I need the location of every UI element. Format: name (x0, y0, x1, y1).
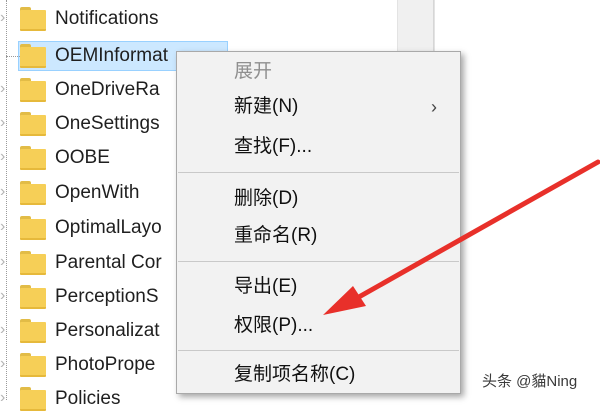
expand-chevron-icon[interactable]: › (0, 184, 5, 200)
folder-icon (20, 44, 46, 68)
menu-item-find[interactable]: 查找(F)... (177, 130, 460, 164)
menu-item-export[interactable]: 导出(E) (177, 270, 460, 304)
expand-chevron-icon[interactable]: › (0, 149, 5, 165)
tree-item-label: Parental Cor (55, 252, 162, 273)
expand-chevron-icon[interactable]: › (0, 390, 5, 406)
menu-item-label: 重命名(R) (234, 225, 318, 246)
context-menu: 展开 新建(N) › 查找(F)... 删除(D) 重命名(R) 导出(E) 权… (176, 51, 461, 394)
folder-icon (20, 285, 46, 309)
pane-divider[interactable] (433, 0, 434, 55)
tree-item-label: OEMInformat (55, 45, 168, 66)
menu-item-label: 导出(E) (234, 276, 298, 297)
menu-item-rename[interactable]: 重命名(R) (177, 219, 460, 253)
menu-item-new[interactable]: 新建(N) › (177, 90, 460, 124)
menu-item-label: 权限(P)... (234, 315, 314, 336)
folder-icon (20, 251, 46, 275)
folder-icon (20, 216, 46, 240)
expand-chevron-icon[interactable]: › (0, 81, 5, 97)
expand-chevron-icon[interactable]: › (0, 322, 5, 338)
menu-item-label: 新建(N) (234, 96, 299, 117)
menu-separator (178, 350, 459, 351)
tree-item-label: OptimalLayo (55, 217, 162, 238)
menu-item-permissions[interactable]: 权限(P)... (177, 309, 460, 343)
watermark: 头条 @貓Ning (482, 373, 578, 390)
menu-item-delete[interactable]: 删除(D) (177, 182, 460, 216)
menu-item-label: 展开 (234, 61, 273, 82)
expand-chevron-icon[interactable]: › (0, 356, 5, 372)
expand-chevron-icon[interactable]: › (0, 115, 5, 131)
menu-item-label: 查找(F)... (234, 136, 313, 157)
expand-chevron-icon[interactable]: › (0, 219, 5, 235)
folder-icon (20, 319, 46, 343)
chevron-right-icon: › (431, 97, 437, 117)
menu-item-expand: 展开 (177, 55, 460, 89)
menu-separator (178, 172, 459, 173)
folder-icon (20, 146, 46, 170)
tree-item-label: Notifications (55, 8, 159, 29)
menu-item-copy-key-name[interactable]: 复制项名称(C) (177, 358, 460, 392)
tree-item-label: PhotoPrope (55, 354, 156, 375)
menu-item-label: 删除(D) (234, 188, 299, 209)
expand-chevron-icon[interactable]: › (0, 254, 5, 270)
folder-icon (20, 7, 46, 31)
expand-chevron-icon[interactable]: › (0, 10, 5, 26)
tree-item-label: OpenWith (55, 182, 140, 203)
folder-icon (20, 181, 46, 205)
folder-icon (20, 112, 46, 136)
tree-item-label: OneDriveRa (55, 79, 160, 100)
tree-item-label: Policies (55, 388, 121, 409)
tree-item-label: Personalizat (55, 320, 160, 341)
tree-item-label: OOBE (55, 147, 110, 168)
expand-chevron-icon[interactable]: › (0, 288, 5, 304)
folder-icon (20, 387, 46, 411)
menu-separator (178, 261, 459, 262)
folder-icon (20, 353, 46, 377)
vertical-scrollbar[interactable] (397, 0, 435, 55)
tree-item-label: OneSettings (55, 113, 160, 134)
menu-item-label: 复制项名称(C) (234, 364, 356, 385)
tree-item-label: PerceptionS (55, 286, 159, 307)
tree-connector (6, 56, 20, 57)
folder-icon (20, 78, 46, 102)
tree-item[interactable]: › Notifications (0, 3, 400, 35)
